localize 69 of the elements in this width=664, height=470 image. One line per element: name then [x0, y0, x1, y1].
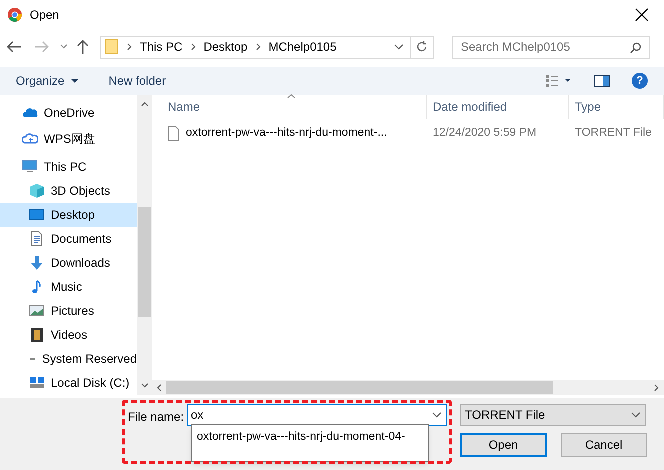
breadcrumb-item[interactable]: Desktop — [204, 38, 248, 56]
nav-item[interactable]: 3D Objects — [0, 179, 137, 203]
nav-item[interactable]: WPS网盘 — [0, 127, 137, 151]
chevron-down-icon — [631, 412, 641, 418]
folder-icon — [105, 39, 119, 55]
nav-item[interactable]: Documents — [0, 227, 137, 251]
chevron-right-icon[interactable] — [256, 43, 261, 51]
organize-menu[interactable]: Organize — [16, 72, 79, 90]
column-header[interactable]: Type — [569, 95, 664, 119]
scroll-right-icon[interactable] — [654, 384, 660, 392]
file-type-dropdown[interactable]: TORRENT File — [460, 404, 646, 426]
horizontal-scrollbar[interactable] — [152, 380, 664, 395]
date-cell-text: 12/24/2020 5:59 PM — [432, 126, 538, 142]
nav-item[interactable]: Videos — [0, 323, 137, 347]
search-field[interactable]: Search MChelp0105 — [452, 36, 650, 58]
caret-icon — [70, 79, 79, 83]
file-name-label: File name: — [128, 409, 184, 426]
chevron-right-icon[interactable] — [127, 43, 132, 51]
address-bar[interactable]: This PC Desktop MChelp0105 — [100, 36, 434, 58]
chevron-right-icon[interactable] — [190, 43, 196, 51]
down-arrow-icon — [29, 255, 45, 271]
nav-item[interactable]: System Reserved — [0, 347, 137, 371]
file-name-field[interactable]: ox — [187, 404, 447, 426]
scroll-thumb[interactable] — [138, 207, 151, 317]
desktop-icon — [29, 207, 45, 223]
chevron-down-icon[interactable] — [432, 412, 442, 418]
help-button[interactable]: ? — [632, 73, 648, 89]
film-icon — [29, 327, 45, 343]
file-icon — [168, 126, 180, 142]
computer-icon — [22, 159, 38, 175]
column-header[interactable]: Date modified — [427, 95, 569, 119]
nav-item[interactable]: Desktop — [0, 203, 137, 227]
view-options-icon[interactable] — [546, 75, 574, 87]
back-arrow-icon[interactable] — [6, 40, 22, 54]
nav-item[interactable]: This PC — [0, 155, 137, 179]
file-name: oxtorrent-pw-va---hits-nrj-du-moment-... — [186, 126, 388, 142]
open-button[interactable]: Open — [460, 433, 547, 457]
breadcrumb-item[interactable]: MChelp0105 — [268, 38, 337, 56]
nav-item[interactable]: Downloads — [0, 251, 137, 275]
sort-caret-icon — [287, 94, 296, 99]
nav-item[interactable]: Pictures — [0, 299, 137, 323]
nav-scrollbar[interactable] — [137, 95, 152, 395]
scroll-down-icon[interactable] — [140, 383, 148, 389]
window-title: Open — [30, 7, 60, 24]
cube-icon — [29, 183, 45, 199]
browser-logo-icon — [8, 8, 22, 22]
close-icon — [635, 8, 649, 22]
chevron-down-icon[interactable] — [394, 44, 404, 50]
type-cell-text: TORRENT File — [574, 126, 653, 142]
scroll-thumb[interactable] — [166, 381, 553, 394]
preview-pane-icon[interactable] — [594, 75, 610, 87]
cloud-icon — [22, 131, 38, 147]
nav-item[interactable]: Music — [0, 275, 137, 299]
search-icon — [630, 42, 642, 54]
nav-item[interactable]: Local Disk (C:) — [0, 371, 137, 395]
nav-item[interactable]: OneDrive — [0, 101, 137, 125]
column-header[interactable]: Name — [162, 95, 427, 119]
up-arrow-icon[interactable] — [76, 39, 90, 55]
cancel-button[interactable]: Cancel — [561, 433, 647, 457]
picture-icon — [29, 303, 45, 319]
refresh-icon[interactable] — [416, 41, 428, 53]
scroll-up-icon[interactable] — [140, 101, 148, 107]
drive-icon — [29, 375, 45, 391]
breadcrumb-item[interactable]: This PC — [140, 38, 183, 56]
new-folder-button[interactable]: New folder — [108, 72, 166, 90]
document-icon — [29, 231, 45, 247]
scroll-left-icon[interactable] — [156, 384, 162, 392]
chevron-down-icon[interactable] — [60, 44, 68, 50]
suggestion-item[interactable]: oxtorrent-pw-va---hits-nrj-du-moment-04- — [197, 429, 406, 446]
